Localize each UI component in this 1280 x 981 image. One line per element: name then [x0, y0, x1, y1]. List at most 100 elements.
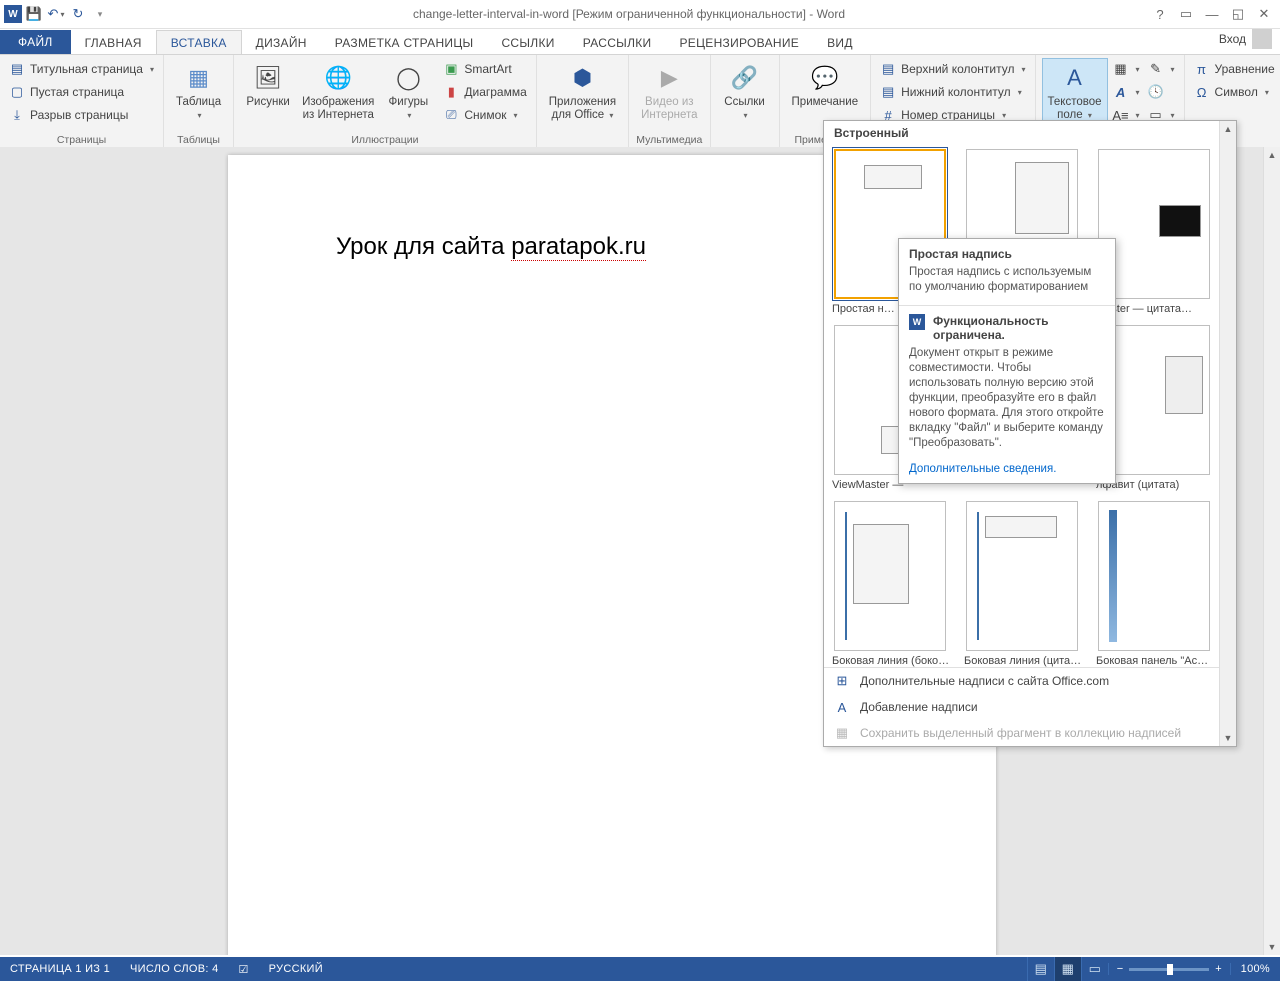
- zoom-level[interactable]: 100%: [1230, 963, 1280, 975]
- symbol-icon: Ω: [1194, 84, 1210, 100]
- zoom-out-icon[interactable]: −: [1117, 963, 1123, 975]
- gallery-save-selection: ▦Сохранить выделенный фрагмент в коллекц…: [824, 720, 1236, 746]
- gallery-scroll-up-icon[interactable]: ▲: [1220, 121, 1236, 137]
- tab-design[interactable]: ДИЗАЙН: [242, 31, 321, 54]
- chart-button[interactable]: ▮Диаграмма: [440, 81, 529, 103]
- scroll-down-icon[interactable]: ▼: [1264, 939, 1280, 955]
- online-video-button: ▶Видео из Интернета: [635, 58, 703, 122]
- ribbon-options-icon[interactable]: ▭: [1174, 4, 1198, 24]
- screenshot-button[interactable]: ⎚Снимок▾: [440, 104, 529, 126]
- tab-insert[interactable]: ВСТАВКА: [156, 30, 242, 54]
- save-icon[interactable]: 💾: [24, 4, 44, 24]
- sign-in[interactable]: Вход: [1211, 24, 1280, 54]
- tab-mailings[interactable]: РАССЫЛКИ: [569, 31, 666, 54]
- tab-review[interactable]: РЕЦЕНЗИРОВАНИЕ: [665, 31, 813, 54]
- word-app-icon: W: [4, 5, 22, 23]
- shapes-button[interactable]: ◯Фигуры▾: [380, 58, 436, 122]
- status-words[interactable]: ЧИСЛО СЛОВ: 4: [120, 963, 228, 975]
- cover-page-button[interactable]: ▤Титульная страница▾: [6, 58, 157, 80]
- equation-button[interactable]: πУравнение▾: [1191, 58, 1280, 80]
- textbox-icon: A: [1059, 62, 1091, 94]
- gallery-item-7[interactable]: Боковая линия (боко…: [830, 501, 950, 667]
- tooltip-warn-title: Функциональность ограничена.: [933, 314, 1105, 342]
- gallery-draw-textbox[interactable]: AДобавление надписи: [824, 694, 1236, 720]
- page-break-button[interactable]: ⤓Разрыв страницы: [6, 104, 157, 126]
- help-icon[interactable]: ?: [1148, 4, 1172, 24]
- word-small-icon: W: [909, 314, 925, 330]
- tooltip-more-link[interactable]: Дополнительные сведения.: [899, 459, 1115, 483]
- status-proof-icon[interactable]: ☑: [228, 963, 258, 976]
- apps-button[interactable]: ⬢Приложения для Office ▾: [543, 58, 622, 122]
- avatar-icon: [1252, 29, 1272, 49]
- redo-icon[interactable]: ↻: [68, 4, 88, 24]
- web-layout-icon[interactable]: ▭: [1081, 957, 1108, 981]
- blank-page-button[interactable]: ▢Пустая страница: [6, 81, 157, 103]
- sigline-button[interactable]: ✎▾: [1145, 58, 1178, 80]
- blank-page-icon: ▢: [9, 84, 25, 100]
- links-icon: 🔗: [729, 62, 761, 94]
- gallery-more-online[interactable]: ⊞Дополнительные надписи с сайта Office.c…: [824, 668, 1236, 694]
- pictures-button[interactable]: 🖼Рисунки: [240, 58, 296, 109]
- tab-view[interactable]: ВИД: [813, 31, 867, 54]
- equation-icon: π: [1194, 61, 1210, 77]
- zoom-slider[interactable]: [1129, 968, 1209, 971]
- video-icon: ▶: [653, 62, 685, 94]
- cover-page-icon: ▤: [9, 61, 25, 77]
- chart-icon: ▮: [443, 84, 459, 100]
- scroll-up-icon[interactable]: ▲: [1264, 147, 1280, 163]
- vertical-scrollbar[interactable]: ▲ ▼: [1263, 147, 1280, 955]
- datetime-icon: 🕓: [1148, 84, 1164, 100]
- links-button[interactable]: 🔗Ссылки▾: [717, 58, 773, 122]
- header-button[interactable]: ▤Верхний колонтитул▾: [877, 58, 1028, 80]
- save-selection-icon: ▦: [834, 725, 850, 741]
- undo-icon[interactable]: ↶▾: [46, 4, 66, 24]
- gallery-scroll-down-icon[interactable]: ▼: [1220, 730, 1236, 746]
- document-text[interactable]: Урок для сайта paratapok.ru: [336, 233, 646, 261]
- screenshot-icon: ⎚: [443, 107, 459, 123]
- gallery-item-9[interactable]: Боковая панель "Асп…: [1094, 501, 1214, 667]
- restore-icon[interactable]: ◱: [1226, 4, 1250, 24]
- status-page[interactable]: СТРАНИЦА 1 ИЗ 1: [0, 963, 120, 975]
- tooltip: Простая надпись Простая надпись с исполь…: [898, 238, 1116, 484]
- status-language[interactable]: РУССКИЙ: [259, 963, 333, 975]
- symbol-button[interactable]: ΩСимвол▾: [1191, 81, 1280, 103]
- tooltip-body: Простая надпись с используемым по умолча…: [899, 265, 1115, 303]
- read-mode-icon[interactable]: ▤: [1027, 957, 1054, 981]
- table-button[interactable]: ▦Таблица▾: [170, 58, 227, 122]
- page-break-icon: ⤓: [9, 107, 25, 123]
- quickparts-button[interactable]: ▦▾: [1110, 58, 1143, 80]
- tab-file[interactable]: ФАЙЛ: [0, 30, 71, 54]
- print-layout-icon[interactable]: ▦: [1054, 957, 1081, 981]
- tooltip-title: Простая надпись: [899, 239, 1115, 265]
- comment-icon: 💬: [809, 62, 841, 94]
- online-pictures-icon: 🌐: [322, 62, 354, 94]
- tooltip-warn-body: Документ открыт в режиме совместимости. …: [899, 344, 1115, 459]
- tab-references[interactable]: ССЫЛКИ: [487, 31, 568, 54]
- footer-button[interactable]: ▤Нижний колонтитул▾: [877, 81, 1028, 103]
- shapes-icon: ◯: [392, 62, 424, 94]
- gallery-header: Встроенный: [824, 121, 1236, 145]
- wordart-icon: A: [1113, 84, 1129, 100]
- gallery-item-8[interactable]: Боковая линия (цита…: [962, 501, 1082, 667]
- apps-icon: ⬢: [566, 62, 598, 94]
- quickparts-icon: ▦: [1113, 61, 1129, 77]
- datetime-button[interactable]: 🕓: [1145, 81, 1178, 103]
- sigline-icon: ✎: [1148, 61, 1164, 77]
- table-icon: ▦: [183, 62, 215, 94]
- minimize-icon[interactable]: —: [1200, 4, 1224, 24]
- qat-customize-icon[interactable]: ▾: [90, 4, 110, 24]
- zoom-in-icon[interactable]: +: [1215, 963, 1221, 975]
- window-title: change-letter-interval-in-word [Режим ог…: [110, 7, 1148, 21]
- comment-button[interactable]: 💬Примечание: [786, 58, 865, 109]
- smartart-button[interactable]: ▣SmartArt: [440, 58, 529, 80]
- footer-icon: ▤: [880, 84, 896, 100]
- tab-home[interactable]: ГЛАВНАЯ: [71, 31, 156, 54]
- online-pictures-button[interactable]: 🌐Изображения из Интернета: [296, 58, 380, 122]
- draw-textbox-icon: A: [834, 699, 850, 715]
- header-icon: ▤: [880, 61, 896, 77]
- smartart-icon: ▣: [443, 61, 459, 77]
- tab-layout[interactable]: РАЗМЕТКА СТРАНИЦЫ: [321, 31, 488, 54]
- close-icon[interactable]: ✕: [1252, 4, 1276, 24]
- textbox-button[interactable]: AТекстовое поле ▾: [1042, 58, 1108, 123]
- wordart-button[interactable]: A▾: [1110, 81, 1143, 103]
